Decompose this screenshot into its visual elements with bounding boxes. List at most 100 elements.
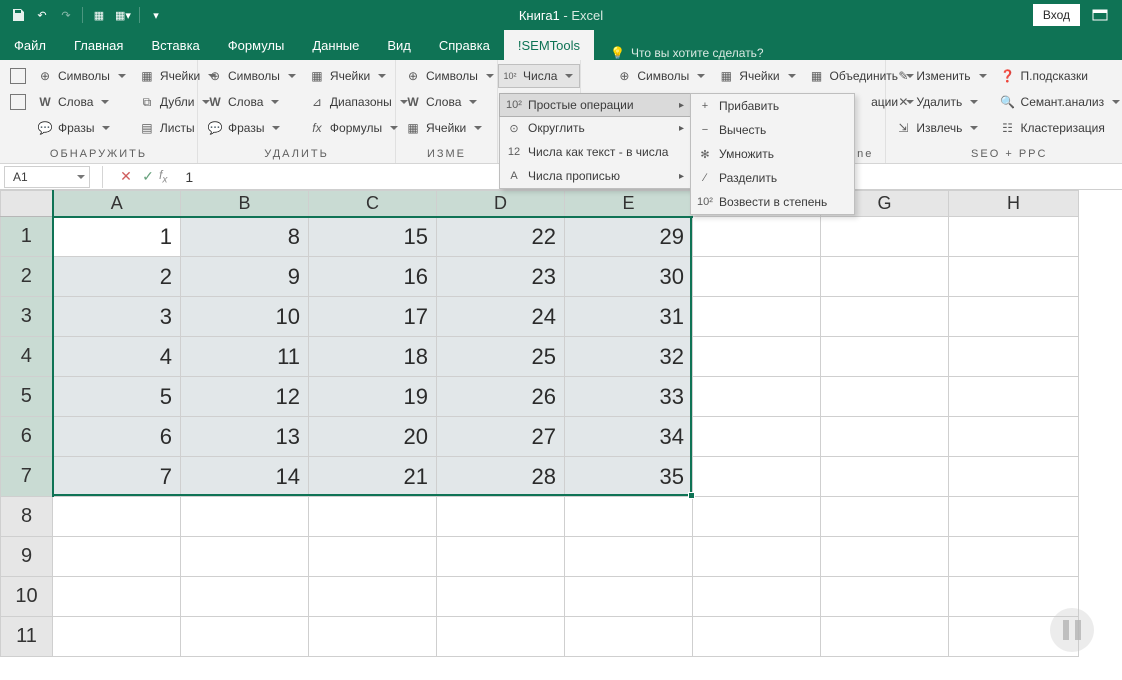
comb-symbols-button[interactable]: ⊕Символы	[613, 64, 711, 88]
checkbox-2[interactable]	[10, 94, 26, 110]
fx-icon[interactable]: fx	[159, 168, 167, 185]
tell-me-input[interactable]: 💡Что вы хотите сделать?	[594, 46, 764, 60]
cell-C1[interactable]: 15	[309, 217, 437, 257]
cell-D3[interactable]: 24	[437, 297, 565, 337]
menu-item-разделить[interactable]: ∕Разделить	[691, 166, 854, 190]
cell-C2[interactable]: 16	[309, 257, 437, 297]
cell-D9[interactable]	[437, 537, 565, 577]
cell-A10[interactable]	[53, 577, 181, 617]
name-box[interactable]: A1	[4, 166, 90, 188]
cell-C8[interactable]	[309, 497, 437, 537]
tab-формулы[interactable]: Формулы	[214, 30, 299, 60]
redo-icon[interactable]: ↷	[58, 7, 74, 23]
cell-E1[interactable]: 29	[565, 217, 693, 257]
cell-F6[interactable]	[693, 417, 821, 457]
cell-D8[interactable]	[437, 497, 565, 537]
cell-H6[interactable]	[949, 417, 1079, 457]
save-icon[interactable]	[10, 7, 26, 23]
cell-F1[interactable]	[693, 217, 821, 257]
cell-A5[interactable]: 5	[53, 377, 181, 417]
cell-C6[interactable]: 20	[309, 417, 437, 457]
cell-G8[interactable]	[821, 497, 949, 537]
cell-C10[interactable]	[309, 577, 437, 617]
cell-D5[interactable]: 26	[437, 377, 565, 417]
cell-H8[interactable]	[949, 497, 1079, 537]
col-header-D[interactable]: D	[437, 191, 565, 217]
cell-F4[interactable]	[693, 337, 821, 377]
tab-файл[interactable]: Файл	[0, 30, 60, 60]
row-header-10[interactable]: 10	[1, 577, 53, 617]
cell-B1[interactable]: 8	[181, 217, 309, 257]
row-header-9[interactable]: 9	[1, 537, 53, 577]
row-header-8[interactable]: 8	[1, 497, 53, 537]
cell-A6[interactable]: 6	[53, 417, 181, 457]
col-header-H[interactable]: H	[949, 191, 1079, 217]
symbols-button[interactable]: ⊕Символы	[34, 64, 132, 88]
row-header-1[interactable]: 1	[1, 217, 53, 257]
menu-item-округлить[interactable]: ⊙Округлить	[500, 116, 690, 140]
chg-words-button[interactable]: WСлова	[402, 90, 500, 114]
cell-H10[interactable]	[949, 577, 1079, 617]
menu-item-числа-прописью[interactable]: AЧисла прописью	[500, 164, 690, 188]
cell-B5[interactable]: 12	[181, 377, 309, 417]
accept-formula-icon[interactable]: ✓	[137, 168, 159, 185]
tab-справка[interactable]: Справка	[425, 30, 504, 60]
cell-D6[interactable]: 27	[437, 417, 565, 457]
cell-B7[interactable]: 14	[181, 457, 309, 497]
qat-customize-icon[interactable]: ▾	[148, 7, 164, 23]
ribbon-options-icon[interactable]	[1092, 9, 1108, 21]
cell-C7[interactable]: 21	[309, 457, 437, 497]
cell-A9[interactable]	[53, 537, 181, 577]
cell-E5[interactable]: 33	[565, 377, 693, 417]
extract-button[interactable]: ⇲Извлечь	[892, 116, 992, 140]
row-header-7[interactable]: 7	[1, 457, 53, 497]
menu-item-вычесть[interactable]: −Вычесть	[691, 118, 854, 142]
menu-item-простые-операции[interactable]: 10²Простые операции	[499, 93, 691, 117]
cell-A7[interactable]: 7	[53, 457, 181, 497]
cell-A8[interactable]	[53, 497, 181, 537]
cell-D4[interactable]: 25	[437, 337, 565, 377]
checkbox-1[interactable]	[10, 68, 26, 84]
cell-H2[interactable]	[949, 257, 1079, 297]
cell-H3[interactable]	[949, 297, 1079, 337]
row-header-4[interactable]: 4	[1, 337, 53, 377]
spreadsheet[interactable]: ABCDEFGH11815222922916233033101724314411…	[0, 190, 1122, 680]
cell-D1[interactable]: 22	[437, 217, 565, 257]
col-header-A[interactable]: A	[53, 191, 181, 217]
cell-G4[interactable]	[821, 337, 949, 377]
qat-icon-1[interactable]: ▦	[91, 7, 107, 23]
cell-G10[interactable]	[821, 577, 949, 617]
cell-E7[interactable]: 35	[565, 457, 693, 497]
tab-вставка[interactable]: Вставка	[137, 30, 213, 60]
cell-F2[interactable]	[693, 257, 821, 297]
cell-H4[interactable]	[949, 337, 1079, 377]
cell-E10[interactable]	[565, 577, 693, 617]
undo-icon[interactable]: ↶	[34, 7, 50, 23]
tab-главная[interactable]: Главная	[60, 30, 137, 60]
row-header-2[interactable]: 2	[1, 257, 53, 297]
col-header-B[interactable]: B	[181, 191, 309, 217]
cell-C3[interactable]: 17	[309, 297, 437, 337]
cell-A11[interactable]	[53, 617, 181, 657]
sign-in-button[interactable]: Вход	[1033, 4, 1080, 26]
del-symbols-button[interactable]: ⊕Символы	[204, 64, 302, 88]
numbers-button[interactable]: 10²Числа	[498, 64, 580, 88]
cell-A4[interactable]: 4	[53, 337, 181, 377]
cluster-button[interactable]: ☷Кластеризация	[997, 116, 1122, 140]
formula-value[interactable]: 1	[185, 169, 193, 185]
cell-B11[interactable]	[181, 617, 309, 657]
cell-F8[interactable]	[693, 497, 821, 537]
chg-symbols-button[interactable]: ⊕Символы	[402, 64, 500, 88]
select-all-corner[interactable]	[1, 191, 53, 217]
cell-G2[interactable]	[821, 257, 949, 297]
cell-G6[interactable]	[821, 417, 949, 457]
menu-item-прибавить[interactable]: +Прибавить	[691, 94, 854, 118]
chg-cells-button[interactable]: ▦Ячейки	[402, 116, 500, 140]
cell-D11[interactable]	[437, 617, 565, 657]
cell-A2[interactable]: 2	[53, 257, 181, 297]
cell-E4[interactable]: 32	[565, 337, 693, 377]
cell-F11[interactable]	[693, 617, 821, 657]
cell-F9[interactable]	[693, 537, 821, 577]
row-header-5[interactable]: 5	[1, 377, 53, 417]
cell-G9[interactable]	[821, 537, 949, 577]
